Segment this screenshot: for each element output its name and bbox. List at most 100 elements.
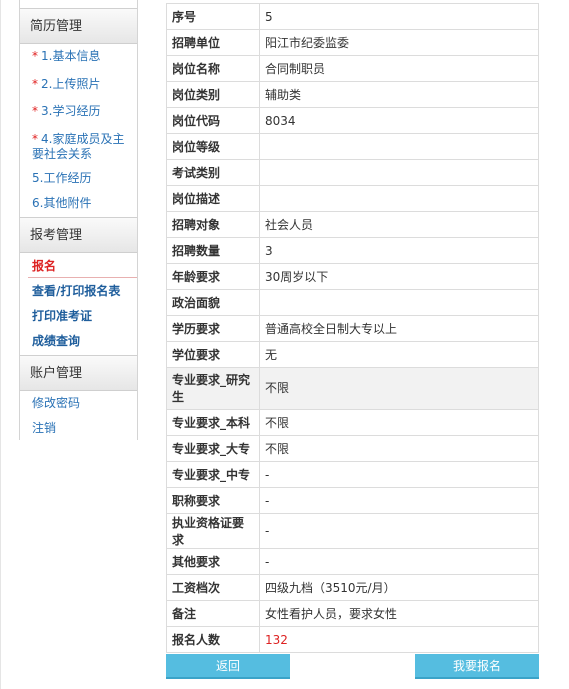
table-row: 招聘数量 3 xyxy=(166,237,539,264)
sidebar-header-exam: 报考管理 xyxy=(20,217,137,253)
field-value: 合同制职员 xyxy=(259,55,539,82)
field-value: 女性看护人员，要求女性 xyxy=(259,600,539,627)
field-value: 不限 xyxy=(259,409,539,436)
table-row: 专业要求_研究生 不限 xyxy=(166,367,539,410)
field-value xyxy=(259,289,539,316)
sidebar-item-change-password[interactable]: 修改密码 xyxy=(20,396,137,411)
field-value: - xyxy=(259,548,539,575)
sidebar-item-basic-info[interactable]: * 1.基本信息 xyxy=(20,49,137,64)
table-row: 考试类别 xyxy=(166,159,539,186)
field-value: 132 xyxy=(259,626,539,653)
table-row: 专业要求_本科 不限 xyxy=(166,409,539,436)
table-row: 岗位名称 合同制职员 xyxy=(166,55,539,82)
field-label: 岗位描述 xyxy=(166,185,260,212)
position-detail-table: 序号 5 招聘单位 阳江市纪委监委 岗位名称 合同制职员 岗位类别 辅助类 岗位代码 8034 岗位… xyxy=(166,3,539,653)
field-label: 岗位等级 xyxy=(166,133,260,160)
sidebar-header-resume: 简历管理 xyxy=(20,8,137,44)
sidebar-item-scores[interactable]: 成绩查询 xyxy=(20,334,137,349)
field-value: 辅助类 xyxy=(259,81,539,108)
field-label: 专业要求_研究生 xyxy=(166,367,260,410)
field-label: 岗位名称 xyxy=(166,55,260,82)
field-label: 职称要求 xyxy=(166,487,260,514)
field-value: - xyxy=(259,461,539,488)
field-label: 招聘单位 xyxy=(166,29,260,56)
field-label: 学位要求 xyxy=(166,341,260,368)
sidebar-item-logout[interactable]: 注销 xyxy=(20,421,137,436)
required-star: * xyxy=(32,49,38,63)
table-row: 学位要求无 xyxy=(166,341,539,368)
field-value xyxy=(259,185,539,212)
field-label: 专业要求_大专 xyxy=(166,435,260,462)
table-row: 序号 5 xyxy=(166,3,539,30)
sidebar-item-attachments[interactable]: 6.其他附件 xyxy=(20,196,137,211)
field-value xyxy=(259,159,539,186)
table-row: 工资档次 四级九档（3510元/月） xyxy=(166,574,539,601)
sidebar: 简历管理 * 1.基本信息 * 2.上传照片 * 3.学习经历 * 4.家庭成员及主要社… xyxy=(19,0,138,440)
field-label: 工资档次 xyxy=(166,574,260,601)
sidebar-item-register[interactable]: 报名 xyxy=(20,259,137,278)
field-value: 不限 xyxy=(259,435,539,462)
sidebar-header-account: 账户管理 xyxy=(20,355,137,391)
field-value: 不限 xyxy=(259,367,539,410)
sidebar-item-family[interactable]: * 4.家庭成员及主要社会关系 xyxy=(20,132,137,162)
table-row: 年龄要求 30周岁以下 xyxy=(166,263,539,290)
table-row: 专业要求_大专 不限 xyxy=(166,435,539,462)
table-row: 学历要求 普通高校全日制大专以上 xyxy=(166,315,539,342)
field-value: - xyxy=(259,487,539,514)
field-label: 执业资格证要求 xyxy=(166,513,260,549)
field-label: 招聘对象 xyxy=(166,211,260,238)
field-value: 3 xyxy=(259,237,539,264)
sidebar-item-label: 2.上传照片 xyxy=(41,77,101,91)
table-row: 岗位等级 xyxy=(166,133,539,160)
field-label: 政治面貌 xyxy=(166,289,260,316)
field-label: 岗位类别 xyxy=(166,81,260,108)
field-label: 序号 xyxy=(166,3,260,30)
field-value: 无 xyxy=(259,341,539,368)
field-value: 5 xyxy=(259,3,539,30)
table-row: 专业要求_中专 - xyxy=(166,461,539,488)
table-row: 执业资格证要求 - xyxy=(166,513,539,549)
table-row: 其他要求 - xyxy=(166,548,539,575)
field-value: - xyxy=(259,513,539,549)
field-value xyxy=(259,133,539,160)
required-star: * xyxy=(32,132,38,146)
sidebar-item-admission-ticket[interactable]: 打印准考证 xyxy=(20,309,137,324)
field-label: 其他要求 xyxy=(166,548,260,575)
field-value: 8034 xyxy=(259,107,539,134)
field-label: 备注 xyxy=(166,600,260,627)
field-value: 30周岁以下 xyxy=(259,263,539,290)
sidebar-item-upload-photo[interactable]: * 2.上传照片 xyxy=(20,77,137,92)
sidebar-item-print-form[interactable]: 查看/打印报名表 xyxy=(20,284,137,299)
sidebar-item-label: 1.基本信息 xyxy=(41,49,101,63)
table-row: 职称要求 - xyxy=(166,487,539,514)
field-label: 报名人数 xyxy=(166,626,260,653)
field-value: 阳江市纪委监委 xyxy=(259,29,539,56)
table-row: 政治面貌 xyxy=(166,289,539,316)
table-row: 招聘对象 社会人员 xyxy=(166,211,539,238)
field-label: 招聘数量 xyxy=(166,237,260,264)
table-row: 岗位代码 8034 xyxy=(166,107,539,134)
table-row: 招聘单位 阳江市纪委监委 xyxy=(166,29,539,56)
required-star: * xyxy=(32,77,38,91)
sidebar-item-education[interactable]: * 3.学习经历 xyxy=(20,104,137,119)
field-value: 四级九档（3510元/月） xyxy=(259,574,539,601)
apply-button[interactable]: 我要报名 xyxy=(415,654,539,679)
sidebar-item-work[interactable]: 5.工作经历 xyxy=(20,171,137,186)
field-label: 学历要求 xyxy=(166,315,260,342)
table-row: 报名人数 132 xyxy=(166,626,539,653)
sidebar-item-label: 5.工作经历 xyxy=(32,171,92,185)
field-value: 普通高校全日制大专以上 xyxy=(259,315,539,342)
sidebar-item-label: 6.其他附件 xyxy=(32,196,92,210)
field-label: 考试类别 xyxy=(166,159,260,186)
field-label: 年龄要求 xyxy=(166,263,260,290)
back-button[interactable]: 返回 xyxy=(166,654,290,679)
table-row: 岗位描述 xyxy=(166,185,539,212)
table-row: 备注 女性看护人员，要求女性 xyxy=(166,600,539,627)
required-star: * xyxy=(32,104,38,118)
field-label: 专业要求_本科 xyxy=(166,409,260,436)
sidebar-item-label: 4.家庭成员及主要社会关系 xyxy=(32,132,125,161)
page-edge xyxy=(0,0,1,689)
sidebar-item-label: 3.学习经历 xyxy=(41,104,101,118)
field-value: 社会人员 xyxy=(259,211,539,238)
field-label: 专业要求_中专 xyxy=(166,461,260,488)
